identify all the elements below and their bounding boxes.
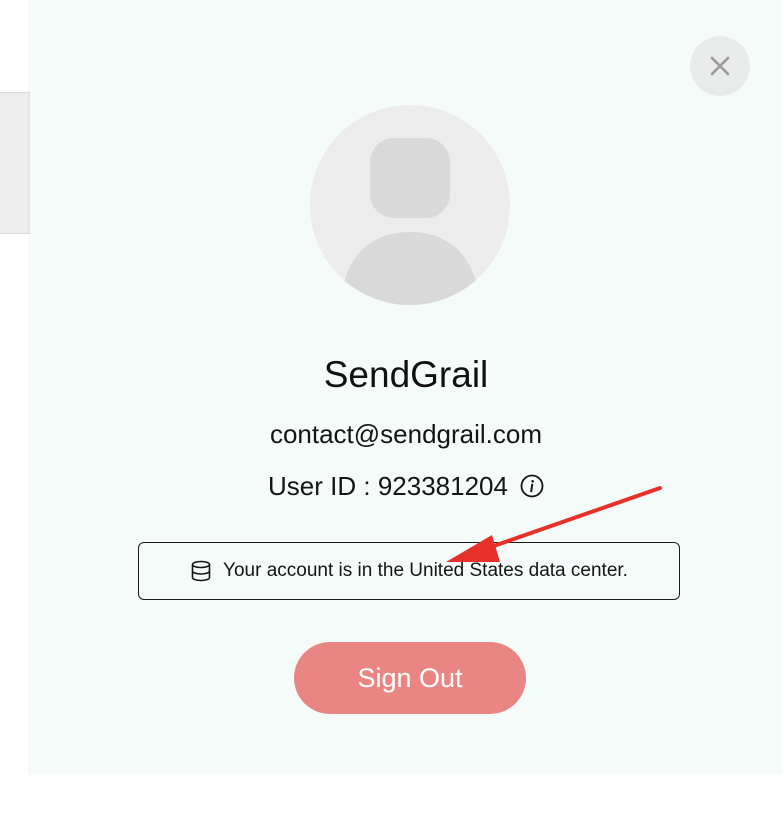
info-icon[interactable] [520, 474, 544, 498]
data-center-notice-text: Your account is in the United States dat… [223, 560, 628, 581]
database-icon [190, 560, 212, 582]
sign-out-button[interactable]: Sign Out [294, 642, 526, 714]
organization-name: SendGrail [323, 354, 489, 395]
user-email: contact@sendgrail.com [269, 419, 543, 449]
user-id-text: User ID : 923381204 [268, 471, 508, 501]
user-id-row: User ID : 923381204 [30, 467, 782, 505]
user-placeholder-icon [340, 138, 480, 305]
data-center-notice: Your account is in the United States dat… [138, 542, 680, 600]
screen: SendGrail contact@sendgrail.com User ID … [0, 0, 782, 832]
close-icon [710, 56, 730, 76]
close-button[interactable] [690, 36, 750, 96]
background-page-block [0, 93, 30, 234]
avatar[interactable] [310, 105, 510, 305]
